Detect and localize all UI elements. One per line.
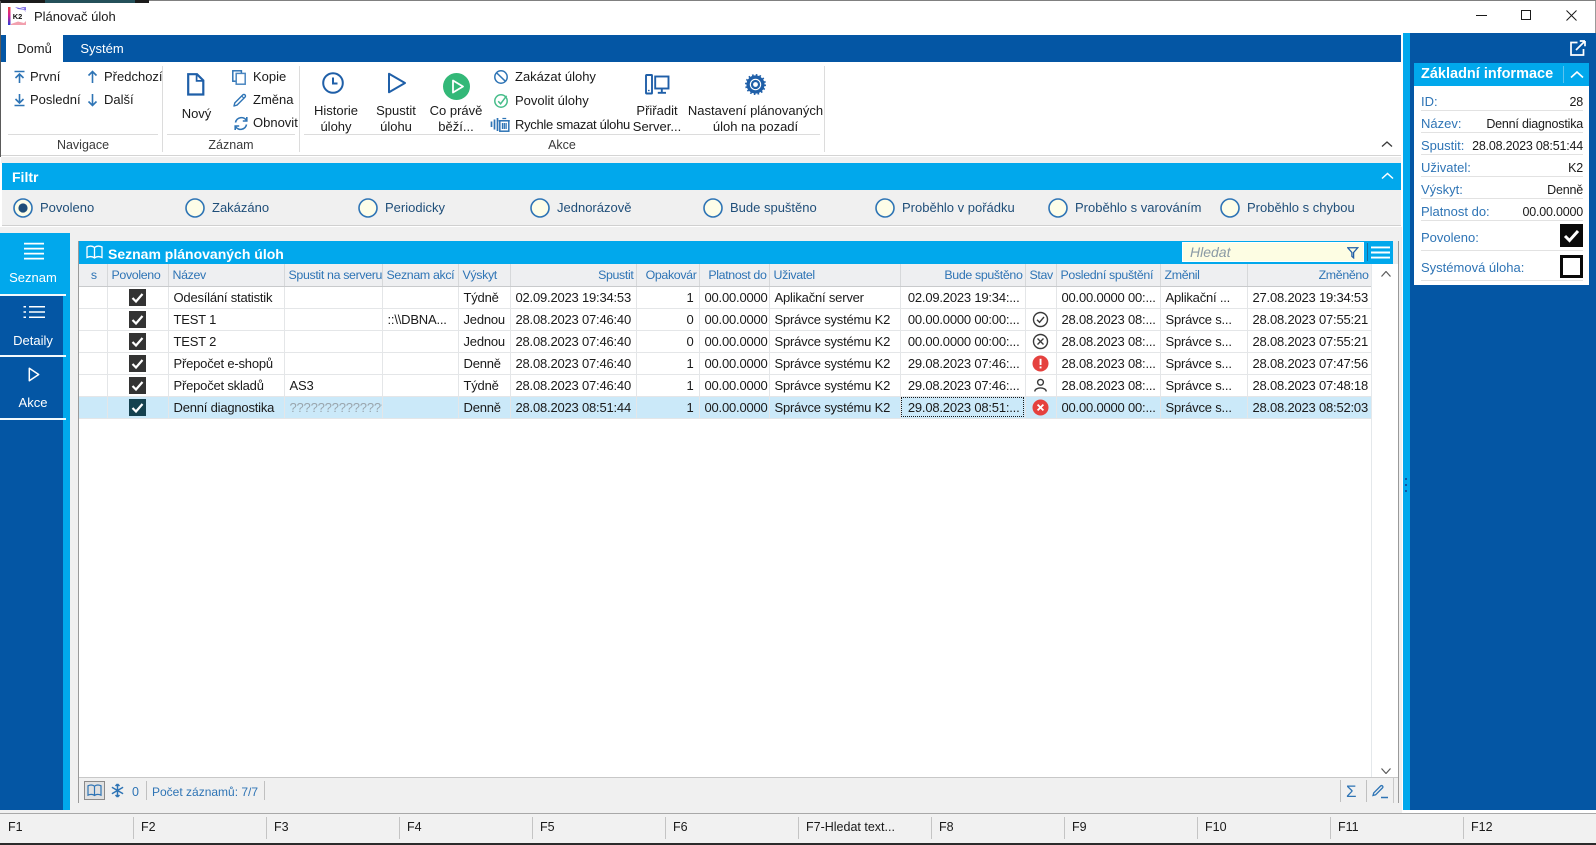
- svg-text:K2: K2: [13, 12, 23, 21]
